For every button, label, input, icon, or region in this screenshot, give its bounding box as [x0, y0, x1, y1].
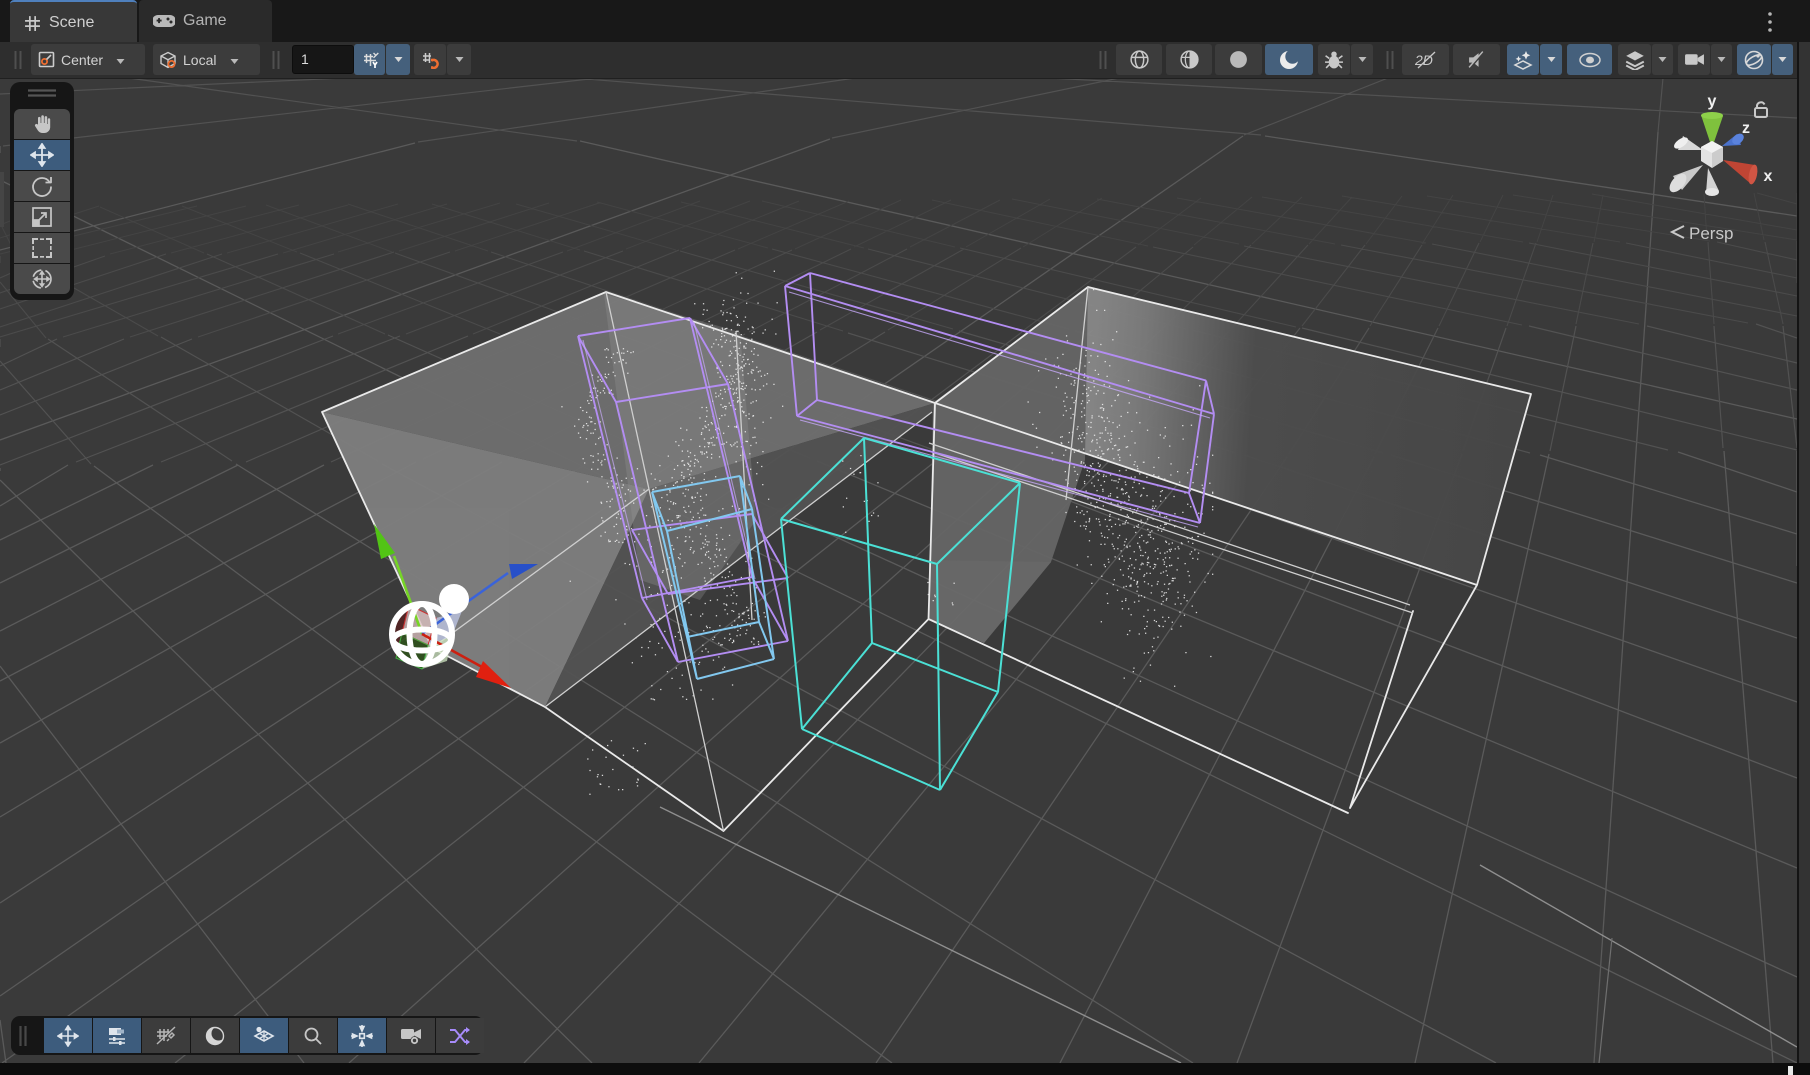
svg-text:x: x: [1764, 168, 1773, 185]
svg-text:z: z: [1742, 120, 1750, 137]
svg-text:2D: 2D: [1414, 52, 1433, 68]
svg-text:y: y: [1708, 93, 1717, 110]
svg-text:Persp: Persp: [1689, 224, 1733, 243]
